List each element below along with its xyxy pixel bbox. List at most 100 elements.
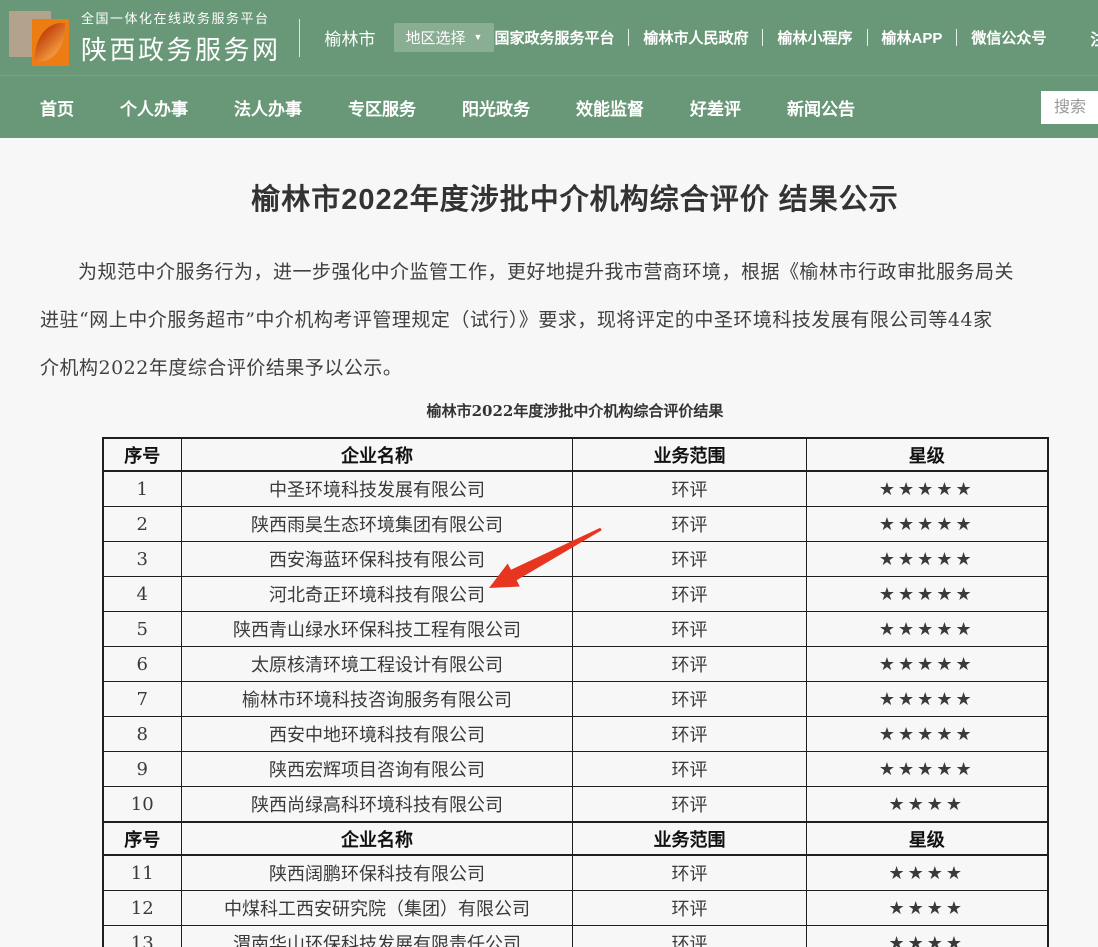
top-link-app[interactable]: 榆林APP [882,27,943,48]
cell-scope: 环评 [573,542,807,577]
col-header-stars: 星级 [807,438,1048,471]
nav-item-open-government[interactable]: 阳光政务 [462,95,530,120]
page: 全国一体化在线政务服务平台 陕西政务服务网 榆林市 地区选择 ▼ 国家政务服务平… [0,0,1098,947]
cell-no: 11 [103,855,182,891]
platform-label: 全国一体化在线政务服务平台 [81,8,281,27]
cell-no: 3 [103,542,182,577]
table-row: 2 陕西雨昊生态环境集团有限公司 环评 ★★★★★ [103,507,1048,542]
cell-star-rating: ★★★★★ [807,682,1048,717]
cell-company-name: 陕西青山绿水环保科技工程有限公司 [182,612,573,647]
cell-company-name: 陕西雨昊生态环境集团有限公司 [182,507,573,542]
cell-no: 5 [103,612,182,647]
top-link-wechat[interactable]: 微信公众号 [971,27,1046,48]
paragraph-line: 为规范中介服务行为，进一步强化中介监管工作，更好地提升我市营商环境，根据《榆林市… [0,248,1098,296]
cell-no: 4 [103,577,182,612]
table-row: 7 榆林市环境科技咨询服务有限公司 环评 ★★★★★ [103,682,1048,717]
site-name: 陕西政务服务网 [81,30,281,67]
link-separator [762,29,763,46]
col-header-no: 序号 [103,822,182,855]
nav-item-home[interactable]: 首页 [40,95,74,120]
cell-no: 13 [103,926,182,947]
chevron-down-icon: ▼ [474,33,483,42]
nav-item-efficiency-supervision[interactable]: 效能监督 [576,95,644,120]
table-row: 11 陕西阔鹏环保科技有限公司 环评 ★★★★ [103,855,1048,891]
table-row: 1 中圣环境科技发展有限公司 环评 ★★★★★ [103,471,1048,507]
article-content: 榆林市2022年度涉批中介机构综合评价 结果公示 为规范中介服务行为，进一步强化… [0,176,1098,947]
table-row: 9 陕西宏辉项目咨询有限公司 环评 ★★★★★ [103,752,1048,787]
cell-star-rating: ★★★★ [807,787,1048,823]
cell-star-rating: ★★★★★ [807,507,1048,542]
cell-scope: 环评 [573,682,807,717]
col-header-scope: 业务范围 [573,822,807,855]
nav-item-personal[interactable]: 个人办事 [120,95,188,120]
cell-scope: 环评 [573,891,807,926]
paragraph-line: 进驻“网上中介服务超市”中介机构考评管理规定（试行）》要求，现将评定的中圣环境科… [0,296,1098,344]
cell-star-rating: ★★★★★ [807,577,1048,612]
table-row-highlighted-by-arrow: 4 河北奇正环境科技有限公司 环评 ★★★★★ [103,577,1048,612]
cell-star-rating: ★★★★ [807,891,1048,926]
brand-block: 全国一体化在线政务服务平台 陕西政务服务网 [81,8,281,67]
cell-company-name: 渭南华山环保科技发展有限责任公司 [182,926,573,947]
cell-scope: 环评 [573,787,807,823]
top-link-city-government[interactable]: 榆林市人民政府 [643,27,748,48]
announcement-paragraph: 为规范中介服务行为，进一步强化中介监管工作，更好地提升我市营商环境，根据《榆林市… [0,248,1098,392]
nav-item-rating[interactable]: 好差评 [690,95,741,120]
nav-item-zone-services[interactable]: 专区服务 [348,95,416,120]
cell-scope: 环评 [573,612,807,647]
cell-no: 2 [103,507,182,542]
cell-scope: 环评 [573,647,807,682]
table-row: 13 渭南华山环保科技发展有限责任公司 环评 ★★★★ [103,926,1048,947]
cell-company-name: 西安海蓝环保科技有限公司 [182,542,573,577]
table-row: 8 西安中地环境科技有限公司 环评 ★★★★★ [103,717,1048,752]
top-links: 国家政务服务平台 榆林市人民政府 榆林小程序 榆林APP 微信公众号 [494,27,1046,48]
cell-scope: 环评 [573,752,807,787]
main-nav: 首页 个人办事 法人办事 专区服务 阳光政务 效能监督 好差评 新闻公告 [0,75,1098,138]
cell-company-name: 陕西尚绿高科环境科技有限公司 [182,787,573,823]
col-header-name: 企业名称 [182,438,573,471]
cell-no: 7 [103,682,182,717]
cell-no: 6 [103,647,182,682]
region-selector-button[interactable]: 地区选择 ▼ [394,23,495,52]
cell-company-name: 西安中地环境科技有限公司 [182,717,573,752]
cell-star-rating: ★★★★★ [807,752,1048,787]
table-row: 6 太原核清环境工程设计有限公司 环评 ★★★★★ [103,647,1048,682]
cell-company-name: 太原核清环境工程设计有限公司 [182,647,573,682]
cell-no: 1 [103,471,182,507]
nav-item-news[interactable]: 新闻公告 [787,95,855,120]
link-separator [956,29,957,46]
register-link[interactable]: 注 [1090,26,1098,50]
col-header-name: 企业名称 [182,822,573,855]
top-link-national-platform[interactable]: 国家政务服务平台 [494,27,614,48]
region-selector-label: 地区选择 [406,27,466,48]
cell-scope: 环评 [573,577,807,612]
cell-star-rating: ★★★★★ [807,647,1048,682]
site-header: 全国一体化在线政务服务平台 陕西政务服务网 榆林市 地区选择 ▼ 国家政务服务平… [0,0,1098,75]
cell-star-rating: ★★★★★ [807,542,1048,577]
cell-company-name: 榆林市环境科技咨询服务有限公司 [182,682,573,717]
cell-scope: 环评 [573,717,807,752]
header-divider [299,19,300,57]
table-row: 5 陕西青山绿水环保科技工程有限公司 环评 ★★★★★ [103,612,1048,647]
cell-star-rating: ★★★★★ [807,717,1048,752]
table-row: 3 西安海蓝环保科技有限公司 环评 ★★★★★ [103,542,1048,577]
site-logo[interactable] [8,8,66,68]
link-separator [628,29,629,46]
table-header-row-repeat: 序号 企业名称 业务范围 星级 [103,822,1048,855]
top-link-mini-program[interactable]: 榆林小程序 [777,27,852,48]
current-city-label[interactable]: 榆林市 [325,25,376,50]
cell-no: 10 [103,787,182,823]
search-box [1041,91,1098,124]
cell-scope: 环评 [573,926,807,947]
nav-item-legal-person[interactable]: 法人办事 [234,95,302,120]
paragraph-line: 介机构2022年度综合评价结果予以公示。 [0,344,1098,392]
cell-star-rating: ★★★★ [807,926,1048,947]
cell-no: 9 [103,752,182,787]
table-header-row: 序号 企业名称 业务范围 星级 [103,438,1048,471]
table-row: 10 陕西尚绿高科环境科技有限公司 环评 ★★★★ [103,787,1048,823]
cell-star-rating: ★★★★★ [807,612,1048,647]
search-input[interactable] [1041,98,1098,118]
page-title: 榆林市2022年度涉批中介机构综合评价 结果公示 [0,176,1098,218]
cell-scope: 环评 [573,507,807,542]
cell-scope: 环评 [573,855,807,891]
cell-company-name: 陕西宏辉项目咨询有限公司 [182,752,573,787]
